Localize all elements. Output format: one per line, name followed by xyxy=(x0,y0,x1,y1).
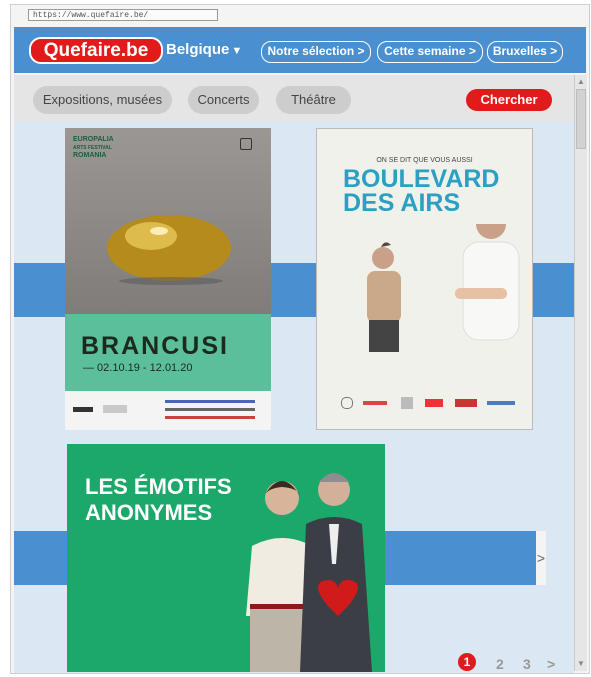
category-concerts[interactable]: Concerts xyxy=(188,86,259,114)
festival-line-3: ROMANIA xyxy=(73,152,107,159)
poster-tagline: ON SE DIT QUE VOUS AUSSI xyxy=(376,157,473,164)
event-grid: EUROPALIA ARTS FESTIVAL ROMANIA BRANCUSI… xyxy=(14,121,574,673)
site-header: Quefaire.be Belgique ▼ Notre sélection > … xyxy=(14,27,586,73)
next-page-button[interactable]: > xyxy=(547,656,555,672)
site-logo[interactable]: Quefaire.be xyxy=(29,37,163,64)
category-theatre[interactable]: Théâtre xyxy=(276,86,351,114)
category-bar: Expositions, musées Concerts Théâtre Che… xyxy=(14,75,574,121)
band-photo xyxy=(367,224,520,352)
page-2-button[interactable]: 2 xyxy=(496,656,504,672)
region-selector[interactable]: Belgique ▼ xyxy=(166,41,242,58)
region-label: Belgique xyxy=(166,41,230,58)
title-line-1: BOULEVARD xyxy=(343,165,500,193)
poster-sponsors xyxy=(65,391,271,430)
page-3-button[interactable]: 3 xyxy=(523,656,531,672)
sponsor-logo xyxy=(165,416,255,419)
poster-festival-label: EUROPALIA ARTS FESTIVAL ROMANIA xyxy=(73,136,114,160)
poster-boulevard-des-airs[interactable]: ON SE DIT QUE VOUS AUSSI BOULEVARD DES A… xyxy=(316,128,533,430)
category-expositions[interactable]: Expositions, musées xyxy=(33,86,172,114)
poster-title-panel: BRANCUSI — 02.10.19 - 12.01.20 xyxy=(65,314,271,391)
title-line-1: LES ÉMOTIFS xyxy=(85,474,232,499)
nav-bruxelles[interactable]: Bruxelles > xyxy=(487,41,563,63)
scroll-thumb[interactable] xyxy=(576,89,586,149)
page-1-button[interactable]: 1 xyxy=(458,653,476,671)
poster-title: BOULEVARD DES AIRS xyxy=(343,165,500,217)
sponsor-logo xyxy=(425,399,443,407)
festival-line-2: ARTS FESTIVAL xyxy=(73,145,112,151)
title-line-2: DES AIRS xyxy=(343,189,461,217)
sponsor-logo xyxy=(165,400,255,403)
nav-notre-selection[interactable]: Notre sélection > xyxy=(261,41,371,63)
browser-window: https://www.quefaire.be/ Quefaire.be Bel… xyxy=(10,4,590,674)
sponsor-logo xyxy=(401,397,413,409)
sponsor-logo xyxy=(165,408,255,411)
title-line-2: ANONYMES xyxy=(85,500,213,525)
address-bar[interactable]: https://www.quefaire.be/ xyxy=(28,9,218,21)
scrollbar[interactable]: ▲ ▼ xyxy=(574,75,587,671)
sponsor-logo xyxy=(73,407,93,412)
search-button[interactable]: Chercher xyxy=(466,89,552,111)
nav-cette-semaine[interactable]: Cette semaine > xyxy=(377,41,483,63)
festival-mark-icon xyxy=(240,138,252,150)
sponsor-logo xyxy=(103,405,127,413)
poster-title: LES ÉMOTIFS ANONYMES xyxy=(85,474,232,526)
scroll-up-icon[interactable]: ▲ xyxy=(575,76,587,88)
sculpture-image xyxy=(107,215,231,285)
scroll-down-icon[interactable]: ▼ xyxy=(575,658,587,670)
actors-photo xyxy=(246,473,372,672)
carousel-next-icon[interactable]: > xyxy=(536,531,546,585)
sponsor-logo xyxy=(455,399,477,407)
poster-brancusi[interactable]: EUROPALIA ARTS FESTIVAL ROMANIA BRANCUSI… xyxy=(65,128,271,430)
chevron-down-icon: ▼ xyxy=(231,45,243,57)
sponsor-logo xyxy=(487,401,515,405)
sponsor-logo xyxy=(341,397,353,409)
sponsor-logo xyxy=(363,401,387,405)
poster-les-emotifs-anonymes[interactable]: LES ÉMOTIFS ANONYMES xyxy=(67,444,385,672)
festival-line-1: EUROPALIA xyxy=(73,136,114,143)
poster-title: BRANCUSI xyxy=(81,332,229,360)
poster-dates: — 02.10.19 - 12.01.20 xyxy=(83,362,193,374)
